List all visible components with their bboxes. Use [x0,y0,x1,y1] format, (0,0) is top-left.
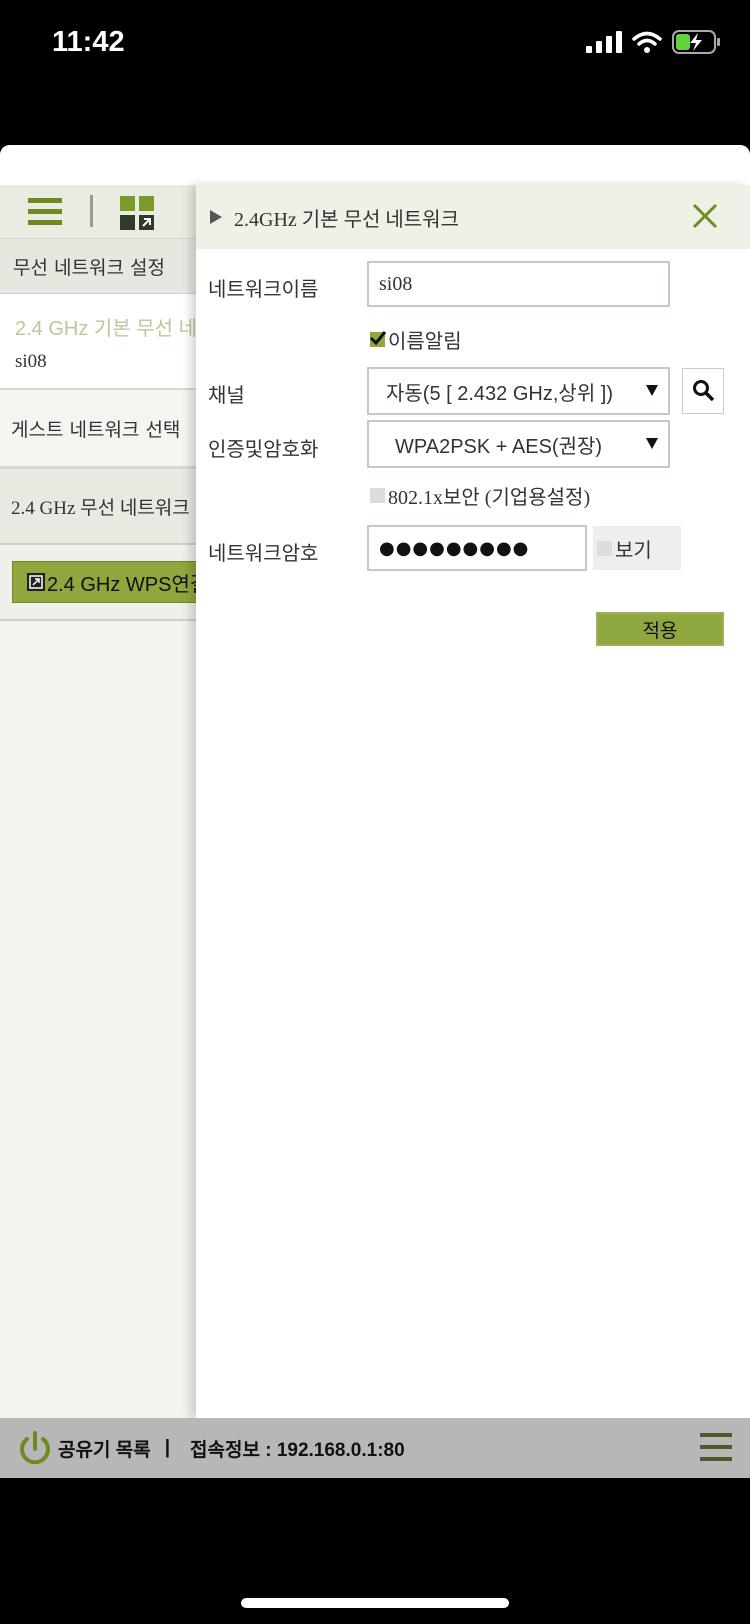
panel-header: 2.4GHz 기본 무선 네트워크 [196,185,750,249]
band-24-item[interactable]: 2.4 GHz 무선 네트워크 [0,469,198,545]
network-name-label: 네트워크이름 [208,277,319,301]
show-password-checkbox[interactable] [597,540,612,556]
wps-row: 2.4 GHz WPS연결 [0,545,214,621]
left-panel: 무선 네트워크 설정 2.4 GHz 기본 무선 네 si08 게스트 네트워크… [0,185,214,1418]
auth-label: 인증및암호화 [208,437,319,461]
show-password-label: 보기 [615,537,652,562]
app-topbar [0,145,750,185]
triangle-icon [210,210,222,224]
network-name-input[interactable]: si08 [367,261,670,307]
section-title: 무선 네트워크 설정 [0,239,198,294]
network-ssid: si08 [15,351,47,372]
status-icons [586,30,722,54]
password-label: 네트워크암호 [208,541,319,565]
bottom-separator: | [164,1437,171,1458]
network-band-label: 2.4 GHz 기본 무선 네 [15,318,198,340]
bottom-bar: 공유기 목록 | 접속정보 : 192.168.0.1:80 [0,1418,750,1478]
wifi-icon [632,31,662,53]
enterprise-row: 802.1x보안 (기업용설정) [370,481,590,510]
chevron-down-icon [646,385,658,396]
settings-panel: 2.4GHz 기본 무선 네트워크 네트워크이름 si08 이름알림 채널 자동… [196,185,750,1418]
channel-search-button[interactable] [682,368,724,414]
wps-button-label: 2.4 GHz WPS연결 [47,573,209,596]
apply-button[interactable]: 적용 [596,612,724,646]
chevron-down-icon [646,438,658,449]
connection-info: 접속정보 : 192.168.0.1:80 [190,1439,405,1461]
password-input[interactable]: ●●●●●●●●● [367,525,587,571]
left-toolbar [0,185,198,239]
search-icon [693,380,715,402]
power-icon[interactable] [18,1430,52,1466]
wps-button[interactable]: 2.4 GHz WPS연결 [12,561,214,603]
channel-label: 채널 [208,383,245,407]
app-window: 무선 네트워크 설정 2.4 GHz 기본 무선 네 si08 게스트 네트워크… [0,145,750,1478]
panel-title: 2.4GHz 기본 무선 네트워크 [234,208,459,231]
toolbar-divider [90,195,93,227]
auth-select[interactable]: WPA2PSK + AES(권장) [367,420,670,468]
auth-value: WPA2PSK + AES(권장) [395,435,603,458]
enterprise-checkbox[interactable] [370,488,385,503]
router-list-link[interactable]: 공유기 목록 [58,1435,151,1462]
dashboard-icon[interactable] [120,196,154,230]
guest-network-select[interactable]: 게스트 네트워크 선택 [0,390,198,469]
check-icon [369,331,387,346]
show-password-toggle[interactable]: 보기 [593,526,681,570]
status-time: 11:42 [52,26,125,58]
wps-icon [27,573,45,591]
home-indicator[interactable] [241,1598,509,1608]
enterprise-label: 802.1x보안 (기업용설정) [388,487,591,509]
close-icon[interactable] [688,199,722,233]
battery-icon [672,30,720,54]
network-card[interactable]: 2.4 GHz 기본 무선 네 si08 [0,294,198,390]
signal-icon [586,31,622,53]
name-broadcast-label: 이름알림 [388,329,462,353]
menu-icon[interactable] [700,1432,732,1462]
name-broadcast-row: 이름알림 [369,325,462,354]
menu-icon[interactable] [28,197,62,227]
name-broadcast-checkbox[interactable] [369,331,387,347]
channel-value: 자동(5 [ 2.432 GHz,상위 ]) [386,382,613,405]
channel-select[interactable]: 자동(5 [ 2.432 GHz,상위 ]) [367,367,670,415]
